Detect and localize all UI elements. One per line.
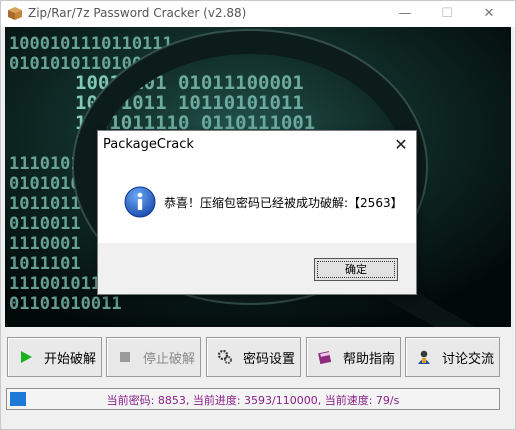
binary-row: 01101010011 — [9, 294, 122, 314]
start-crack-label: 开始破解 — [44, 351, 97, 367]
start-crack-button[interactable]: 开始破解 — [7, 337, 102, 377]
binary-row: 1110001 — [9, 234, 81, 254]
binary-row: 1110101 — [9, 154, 81, 174]
status-text: 当前密码: 8853, 当前进度: 3593/110000, 当前速度: 79/… — [106, 394, 400, 407]
status-progress-bar: 当前密码: 8853, 当前进度: 3593/110000, 当前速度: 79/… — [6, 388, 500, 410]
dialog-title: PackageCrack — [103, 137, 194, 152]
dialog-footer: 确定 — [98, 243, 416, 294]
dialog-close-button[interactable]: ✕ — [391, 135, 411, 154]
help-guide-label: 帮助指南 — [343, 351, 396, 367]
stop-crack-label: 停止破解 — [143, 351, 196, 367]
close-button[interactable]: ✕ — [467, 1, 511, 27]
title-bar[interactable]: Zip/Rar/7z Password Cracker (v2.88) — ☐ … — [1, 1, 515, 27]
help-book-icon — [318, 351, 332, 365]
gears-icon — [217, 349, 232, 364]
password-settings-label: 密码设置 — [243, 351, 296, 367]
discussion-label: 讨论交流 — [442, 351, 495, 367]
dialog-message: 恭喜！压缩包密码已经被成功破解:【2563】 — [164, 196, 403, 210]
discussion-button[interactable]: 讨论交流 — [405, 337, 500, 377]
stop-icon — [120, 352, 130, 362]
stop-crack-button[interactable]: 停止破解 — [106, 337, 201, 377]
people-icon — [418, 350, 430, 364]
binary-row: 1011101 — [9, 254, 81, 274]
binary-row: 0101010 — [9, 174, 81, 194]
info-icon — [124, 186, 156, 218]
minimize-button[interactable]: — — [383, 1, 427, 27]
password-settings-button[interactable]: 密码设置 — [206, 337, 301, 377]
binary-row: 0110011 — [9, 214, 81, 234]
play-icon — [21, 351, 32, 363]
maximize-button[interactable]: ☐ — [425, 1, 469, 27]
ok-button[interactable]: 确定 — [314, 258, 398, 281]
binary-row: 1000101110110111 — [9, 34, 173, 54]
help-guide-button[interactable]: 帮助指南 — [306, 337, 401, 377]
package-box-icon — [8, 7, 22, 20]
window-title: Zip/Rar/7z Password Cracker (v2.88) — [28, 6, 247, 20]
binary-row: 1011011 — [9, 194, 81, 214]
success-dialog: PackageCrack ✕ 恭喜！压缩包密码已经被成功破解:【2563】 确定 — [97, 130, 417, 295]
